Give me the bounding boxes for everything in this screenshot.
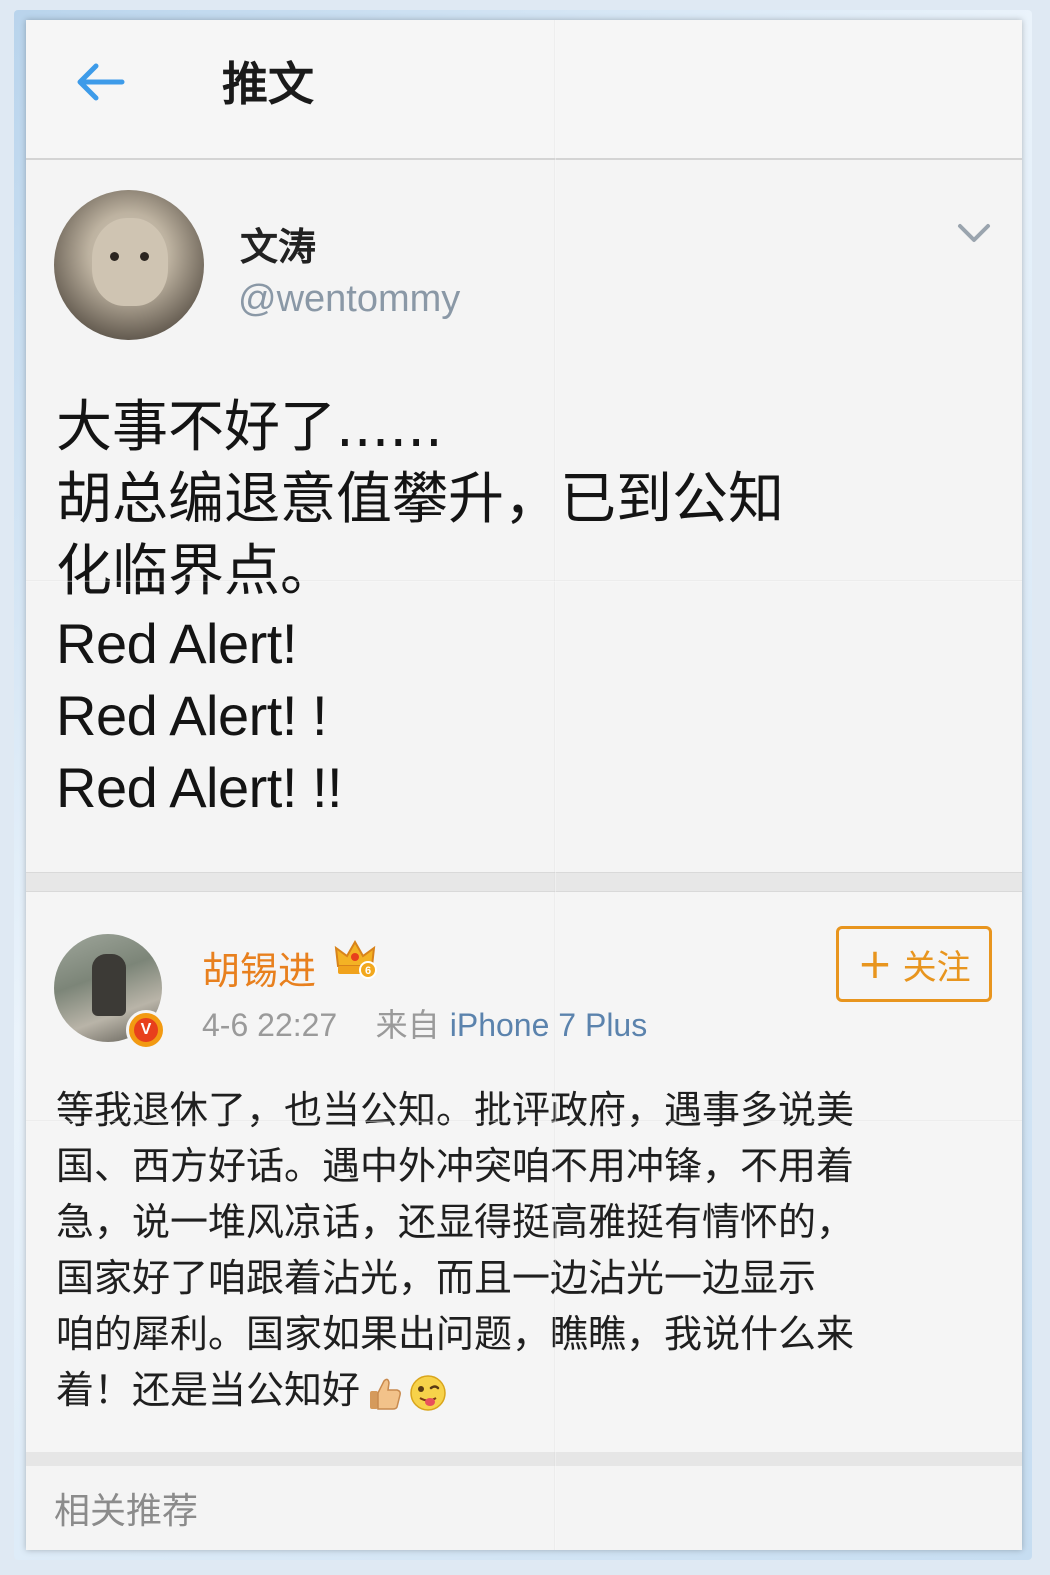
reply-author-name[interactable]: 胡锡进 — [202, 940, 316, 995]
back-button[interactable] — [70, 52, 130, 112]
reply-card: V 胡锡进 6 4-6 22:27 来自 iPhone 7 Plus + 关注 … — [26, 892, 1022, 1452]
tongue-out-emoji-icon — [410, 1374, 446, 1411]
paper-crease — [554, 20, 556, 1550]
section-divider — [26, 872, 1022, 892]
tweet-line: Red Alert! ! — [56, 684, 328, 747]
crown-level: 6 — [365, 965, 371, 977]
related-recommendations-label[interactable]: 相关推荐 — [54, 1482, 198, 1534]
reply-time: 4-6 22:27 — [202, 1007, 338, 1043]
reply-line-last: 着！还是当公知好 — [56, 1362, 936, 1418]
screenshot-paper: 推文 文涛 @wentommy 大事不好了...... 胡总编退意值攀升，已到公… — [26, 20, 1022, 1550]
tweet-line: Red Alert! !! — [56, 756, 343, 819]
author-name[interactable]: 文涛 — [240, 216, 316, 271]
reply-line: 着！还是当公知好 — [56, 1368, 361, 1412]
page-title: 推文 — [222, 57, 314, 111]
crown-icon: 6 — [334, 939, 377, 979]
section-divider — [26, 1452, 1022, 1466]
tweet-line: Red Alert! — [56, 612, 297, 675]
avatar-face — [92, 218, 168, 306]
reply-text: 等我退休了，也当公知。批评政府，遇事多说美 国、西方好话。遇中外冲突咱不用冲锋，… — [56, 1082, 936, 1418]
thumbs-up-emoji-icon — [370, 1378, 401, 1410]
back-arrow-icon — [77, 63, 125, 101]
paper-crease — [26, 580, 1022, 582]
reply-line: 国家好了咱跟着沾光，而且一边沾光一边显示 — [56, 1256, 817, 1300]
reply-meta: 4-6 22:27 来自 iPhone 7 Plus — [202, 1000, 647, 1046]
avatar-figure — [92, 954, 126, 1016]
source-prefix: 来自 — [375, 1006, 440, 1044]
tweet-line: 化临界点。 — [56, 539, 336, 604]
reply-line: 国、西方好话。遇中外冲突咱不用冲锋，不用着 — [56, 1144, 855, 1188]
verified-mark: V — [134, 1018, 158, 1042]
follow-label: 关注 — [902, 947, 971, 988]
paper-crease — [26, 1120, 1022, 1122]
top-bar: 推文 — [26, 20, 1022, 160]
tweet-card: 文涛 @wentommy 大事不好了...... 胡总编退意值攀升，已到公知 化… — [26, 160, 1022, 870]
reply-source[interactable]: iPhone 7 Plus — [450, 1007, 647, 1043]
tweet-line: 大事不好了...... — [56, 395, 443, 460]
avatar[interactable] — [54, 190, 204, 340]
reply-line: 急，说一堆风凉话，还显得挺高雅挺有情怀的， — [56, 1200, 855, 1244]
reply-line: 等我退休了，也当公知。批评政府，遇事多说美 — [56, 1088, 855, 1132]
tweet-text: 大事不好了...... 胡总编退意值攀升，已到公知 化临界点。 Red Aler… — [56, 392, 956, 824]
author-handle[interactable]: @wentommy — [238, 278, 460, 321]
plus-icon: + — [857, 939, 893, 988]
follow-button[interactable]: + 关注 — [836, 926, 992, 1002]
chevron-down-icon[interactable] — [954, 218, 994, 248]
tweet-line: 胡总编退意值攀升，已到公知 — [56, 467, 784, 532]
reply-line: 咱的犀利。国家如果出问题，瞧瞧，我说什么来 — [56, 1312, 855, 1356]
verified-badge-icon: V — [126, 1010, 166, 1050]
